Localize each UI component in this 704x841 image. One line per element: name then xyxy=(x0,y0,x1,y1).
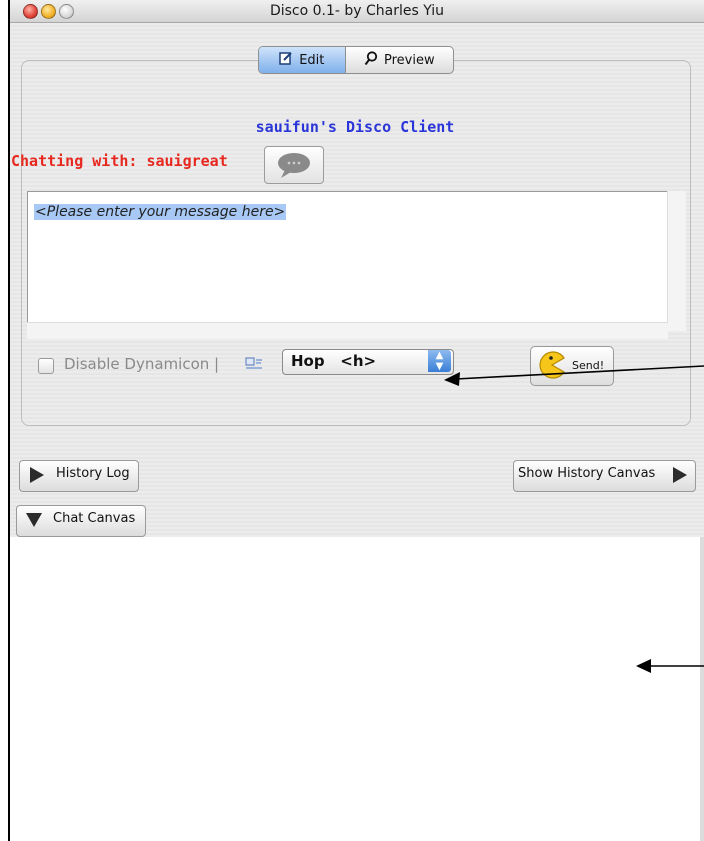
history-log-label: History Log xyxy=(56,466,130,481)
chatting-with-label: Chatting with: sauigreat xyxy=(11,152,228,170)
canvas-edge xyxy=(700,537,704,841)
annotation-arrow-canvas xyxy=(636,659,704,673)
tab-preview[interactable]: Preview xyxy=(346,47,453,73)
show-history-canvas-label: Show History Canvas xyxy=(518,466,656,481)
disable-dynamicon-label: Disable Dynamicon | xyxy=(64,355,220,373)
font-list-icon xyxy=(245,356,263,370)
disable-dynamicon-checkbox[interactable] xyxy=(38,358,54,374)
chat-canvas-label: Chat Canvas xyxy=(53,511,136,526)
window-title: Disco 0.1- by Charles Yiu xyxy=(269,3,445,19)
tab-edit-label: Edit xyxy=(299,52,325,68)
chat-bubble-button[interactable] xyxy=(264,146,324,184)
message-text: <Please enter your message here> xyxy=(34,204,287,220)
client-title: sauifun's Disco Client xyxy=(255,118,455,136)
annotation-arrow-font-select xyxy=(444,365,704,386)
disclosure-down-icon xyxy=(26,513,42,527)
tab-preview-label: Preview xyxy=(383,52,435,68)
tab-edit[interactable]: Edit xyxy=(259,47,346,73)
magnifier-icon xyxy=(364,50,378,70)
disclosure-right-icon xyxy=(30,467,44,483)
arrow-right-icon xyxy=(673,467,687,483)
message-vertical-scrollbar[interactable] xyxy=(667,191,686,331)
edit-icon xyxy=(279,51,293,69)
message-horizontal-scrollbar[interactable] xyxy=(27,322,668,339)
font-select-value: Hop <h> xyxy=(291,352,377,370)
speech-bubble-icon xyxy=(278,153,310,178)
view-tabs: Edit Preview xyxy=(258,46,454,74)
chat-canvas[interactable] xyxy=(10,537,700,841)
